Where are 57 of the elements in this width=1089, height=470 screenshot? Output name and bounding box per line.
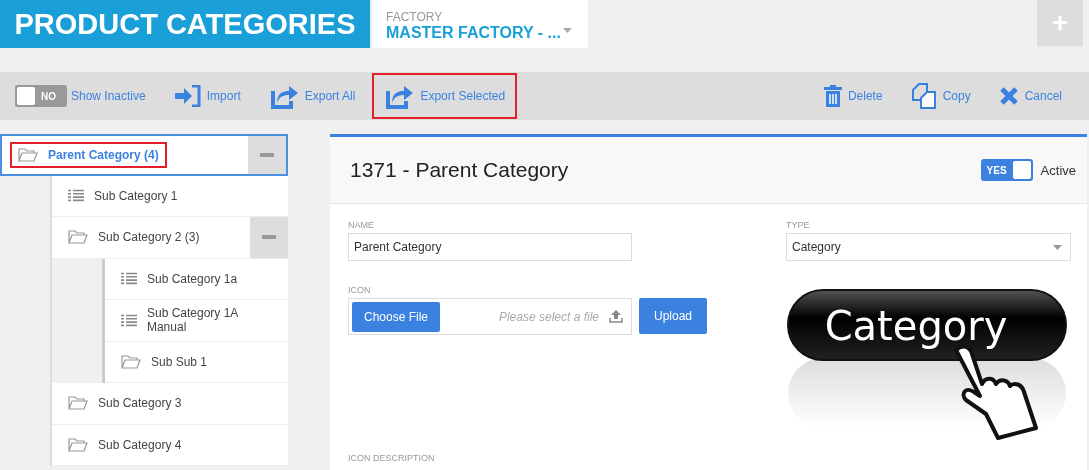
folder-icon bbox=[68, 230, 88, 245]
field-label: NAME bbox=[348, 220, 375, 230]
upload-button[interactable]: Upload bbox=[639, 298, 708, 334]
tree-item-label: Sub Category 3 bbox=[98, 396, 182, 411]
copy-icon bbox=[910, 83, 937, 109]
detail-title: 1371 - Parent Category bbox=[350, 158, 569, 182]
close-icon bbox=[998, 86, 1019, 106]
tree-item[interactable]: Parent Category (4) bbox=[0, 134, 288, 176]
file-field[interactable]: Choose File Please select a file bbox=[348, 298, 632, 335]
tree-item[interactable]: Sub Category 1a bbox=[105, 258, 288, 300]
tree-item-label: Sub Category 1 bbox=[94, 188, 178, 203]
caret-icon bbox=[563, 28, 572, 33]
upload-icon bbox=[609, 310, 623, 323]
field-label: TYPE bbox=[786, 220, 811, 230]
collapse-button[interactable] bbox=[248, 136, 286, 174]
toolbar-button[interactable]: Import bbox=[163, 76, 252, 116]
tree-item[interactable]: Sub Sub 1 bbox=[105, 341, 288, 383]
tree-item[interactable]: Sub Category 1A Manual bbox=[105, 300, 288, 342]
list-icon bbox=[121, 272, 137, 286]
toolbar-button[interactable]: Copy bbox=[899, 74, 982, 118]
choose-file-button[interactable]: Choose File bbox=[352, 301, 441, 332]
share-arrow-icon bbox=[268, 83, 299, 109]
tree-item-label: Parent Category (4) bbox=[10, 141, 167, 168]
folder-icon bbox=[121, 354, 141, 369]
tree-item[interactable]: Sub Category 1 bbox=[52, 175, 288, 217]
toolbar-button[interactable]: Export Selected bbox=[372, 73, 518, 119]
factory-dropdown[interactable]: FACTORY MASTER FACTORY - ... bbox=[372, 0, 588, 48]
import-arrow-icon bbox=[174, 85, 201, 107]
tree-item[interactable]: Sub Category 4 bbox=[52, 424, 288, 466]
page-title: PRODUCT CATEGORIES bbox=[0, 0, 370, 48]
caret-icon bbox=[1053, 244, 1062, 250]
field-label: ICON DESCRIPTION bbox=[348, 453, 436, 463]
tree-item-label: Sub Sub 1 bbox=[151, 354, 208, 369]
type-dropdown[interactable]: Category bbox=[786, 233, 1071, 261]
folder-icon bbox=[68, 437, 88, 452]
tree-item[interactable]: Sub Category 3 bbox=[52, 383, 288, 425]
tree-item-label: Sub Category 4 bbox=[98, 437, 182, 452]
folder-icon bbox=[68, 396, 88, 411]
active-label: Active bbox=[1040, 162, 1076, 178]
name-field[interactable]: Parent Category bbox=[348, 233, 632, 261]
list-icon bbox=[68, 189, 84, 203]
show-inactive-label: Show Inactive bbox=[71, 89, 146, 103]
tree-item-label: Sub Category 1A Manual bbox=[146, 306, 239, 335]
collapse-button[interactable] bbox=[250, 217, 288, 258]
tree-item-label: Sub Category 2 (3) bbox=[98, 230, 200, 245]
share-arrow-icon bbox=[384, 83, 415, 109]
toolbar-button[interactable]: Delete bbox=[812, 76, 894, 116]
active-toggle[interactable]: YES bbox=[980, 159, 1033, 181]
folder-icon bbox=[18, 147, 38, 162]
toolbar-button[interactable]: Cancel bbox=[987, 77, 1073, 115]
field-label: ICON bbox=[348, 285, 372, 295]
tree-item[interactable]: Sub Category 2 (3) bbox=[52, 217, 288, 259]
list-icon bbox=[121, 313, 137, 327]
category-button-drawing: Category bbox=[786, 288, 1071, 440]
tree-item-label: Sub Category 1a bbox=[147, 271, 238, 286]
trash-icon bbox=[823, 85, 842, 107]
toolbar-button[interactable]: Export All bbox=[257, 74, 367, 118]
